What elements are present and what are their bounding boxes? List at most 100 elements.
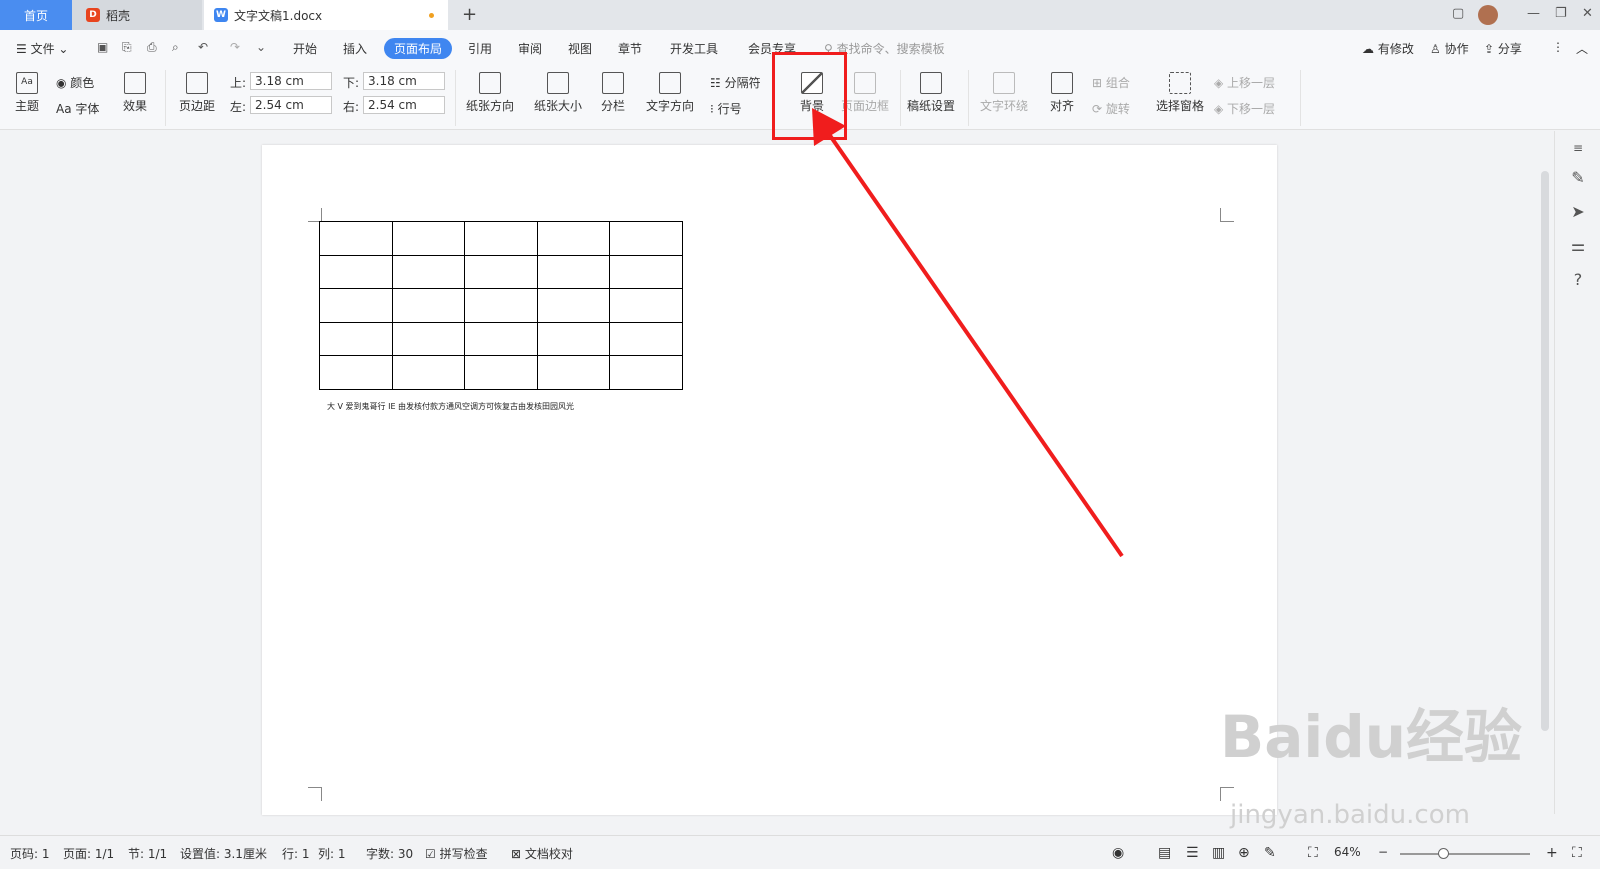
print-preview-icon[interactable]: ⌕	[172, 40, 179, 55]
document-text[interactable]: 大 V 爱到鬼哥行 IE 由发核付款方通风空调方可恢复古由发核田园风光	[327, 401, 574, 412]
size-button[interactable]: 纸张大小	[528, 72, 588, 114]
zoom-out-icon[interactable]: −	[1378, 845, 1388, 859]
rotate-button[interactable]: ⟳ 旋转	[1092, 100, 1130, 117]
file-menu[interactable]: ☰ 文件 ⌄	[16, 40, 68, 57]
menu-view[interactable]: 视图	[568, 40, 592, 57]
sliders-icon[interactable]: ⚌	[1569, 237, 1587, 255]
theme-icon: Aa	[16, 72, 38, 94]
bottom-margin-label: 下:	[343, 76, 360, 90]
send-backward-button[interactable]: ◈ 下移一层	[1214, 100, 1275, 117]
redo-icon[interactable]: ↷	[230, 40, 240, 54]
group-button[interactable]: ⊞ 组合	[1092, 74, 1130, 91]
page-border-button[interactable]: 页面边框	[840, 72, 890, 114]
search-placeholder: 查找命令、搜索模板	[836, 42, 945, 56]
status-setting[interactable]: 设置值: 3.1厘米	[180, 845, 267, 862]
cursor-icon[interactable]: ➤	[1569, 203, 1587, 221]
menu-review[interactable]: 审阅	[518, 40, 542, 57]
margins-button[interactable]: 页边距	[174, 72, 220, 114]
wrap-label: 文字环绕	[979, 99, 1028, 113]
align-button[interactable]: 对齐	[1044, 72, 1080, 114]
menu-start[interactable]: 开始	[293, 40, 317, 57]
margins-label: 页边距	[178, 99, 215, 113]
bottom-margin-input[interactable]: 3.18 cm	[363, 72, 445, 90]
eye-icon[interactable]: ◉	[1112, 845, 1124, 861]
menu-chapter[interactable]: 章节	[618, 40, 642, 57]
word-doc-icon: W	[214, 8, 228, 22]
zoom-slider-handle[interactable]	[1438, 848, 1449, 859]
avatar[interactable]	[1478, 5, 1498, 25]
window-layout-icon[interactable]: ▢	[1452, 6, 1464, 21]
top-margin-input[interactable]: 3.18 cm	[250, 72, 332, 90]
tab-document[interactable]: W 文字文稿1.docx	[204, 0, 448, 30]
share-button[interactable]: ⇪ 分享	[1484, 40, 1522, 57]
customize-icon[interactable]: ⌄	[256, 40, 266, 54]
print-icon[interactable]: ⎙	[147, 40, 157, 55]
color-button[interactable]: ◉ 颜色	[56, 74, 94, 91]
wrap-button[interactable]: 文字环绕	[976, 72, 1032, 114]
status-col[interactable]: 列: 1	[318, 845, 346, 862]
zoom-level[interactable]: 64%	[1334, 845, 1361, 859]
right-margin-input[interactable]: 2.54 cm	[363, 96, 445, 114]
scrollbar-thumb[interactable]	[1541, 171, 1549, 731]
minimize-icon[interactable]: —	[1527, 6, 1540, 21]
zoom-slider[interactable]	[1400, 853, 1530, 855]
left-margin-input[interactable]: 2.54 cm	[250, 96, 332, 114]
cloud-icon: ☁	[1362, 42, 1378, 56]
document-table[interactable]	[319, 221, 683, 390]
status-pages[interactable]: 页面: 1/1	[63, 845, 114, 862]
zoom-in-icon[interactable]: +	[1546, 845, 1558, 861]
page-view-icon[interactable]: ▤	[1158, 845, 1171, 861]
separator-button[interactable]: ☷ 分隔符	[710, 74, 761, 91]
outline-view-icon[interactable]: ☰	[1186, 845, 1199, 861]
menu-insert[interactable]: 插入	[343, 40, 367, 57]
page-border-icon	[854, 72, 876, 94]
tab-home[interactable]: 首页	[0, 0, 72, 30]
manuscript-icon	[920, 72, 942, 94]
collapse-ribbon-icon[interactable]: ︿	[1576, 40, 1588, 57]
selection-pane-button[interactable]: 选择窗格	[1154, 72, 1206, 114]
spell-check-button[interactable]: ☑ 拼写检查	[425, 845, 488, 862]
font-button[interactable]: Aa 字体	[56, 100, 99, 117]
baidu-watermark-url: jingyan.baidu.com	[1230, 800, 1470, 830]
text-direction-button[interactable]: 文字方向	[640, 72, 700, 114]
panel-menu-icon[interactable]: ≡	[1569, 139, 1587, 157]
reading-view-icon[interactable]: ▥	[1212, 845, 1225, 861]
save-icon[interactable]: ▣	[97, 40, 108, 54]
tab-daoke[interactable]: D 稻壳	[72, 0, 202, 30]
more-icon[interactable]: ⋮	[1552, 40, 1564, 54]
annotate-icon[interactable]: ✎	[1264, 845, 1276, 861]
text-direction-icon	[659, 72, 681, 94]
modified-button[interactable]: ☁ 有修改	[1362, 40, 1414, 57]
left-margin-label: 左:	[230, 100, 247, 114]
new-tab-button[interactable]: +	[462, 4, 477, 25]
manuscript-button[interactable]: 稿纸设置	[904, 72, 958, 114]
fit-page-icon[interactable]: ⛶	[1308, 845, 1318, 861]
bring-forward-button[interactable]: ◈ 上移一层	[1214, 74, 1275, 91]
status-page-code[interactable]: 页码: 1	[10, 845, 50, 862]
status-words[interactable]: 字数: 30	[366, 845, 413, 862]
web-view-icon[interactable]: ⊕	[1238, 845, 1250, 861]
collab-button[interactable]: ♙ 协作	[1430, 40, 1469, 57]
fullscreen-icon[interactable]: ⛶	[1572, 845, 1582, 861]
close-icon[interactable]: ✕	[1582, 6, 1593, 21]
export-icon[interactable]: ⎘	[122, 40, 132, 55]
undo-icon[interactable]: ↶	[198, 40, 208, 54]
menu-page-layout[interactable]: 页面布局	[384, 38, 453, 59]
line-numbers-button[interactable]: ⁝ 行号	[710, 100, 742, 117]
vertical-scrollbar[interactable]	[1536, 131, 1554, 814]
proofread-button[interactable]: ⊠ 文档校对	[511, 845, 573, 862]
right-margin-label: 右:	[343, 100, 360, 114]
orientation-button[interactable]: 纸张方向	[458, 72, 522, 114]
theme-button[interactable]: Aa 主题	[10, 72, 44, 114]
menu-dev-tools[interactable]: 开发工具	[670, 40, 718, 57]
ribbon-divider	[165, 70, 166, 126]
status-section[interactable]: 节: 1/1	[128, 845, 167, 862]
orientation-label: 纸张方向	[465, 99, 514, 113]
status-row[interactable]: 行: 1	[282, 845, 310, 862]
help-icon[interactable]: ?	[1569, 271, 1587, 289]
effect-button[interactable]: 效果	[118, 72, 152, 114]
restore-icon[interactable]: ❐	[1555, 6, 1567, 21]
pen-icon[interactable]: ✎	[1569, 169, 1587, 187]
menu-references[interactable]: 引用	[468, 40, 492, 57]
columns-button[interactable]: 分栏	[594, 72, 632, 114]
